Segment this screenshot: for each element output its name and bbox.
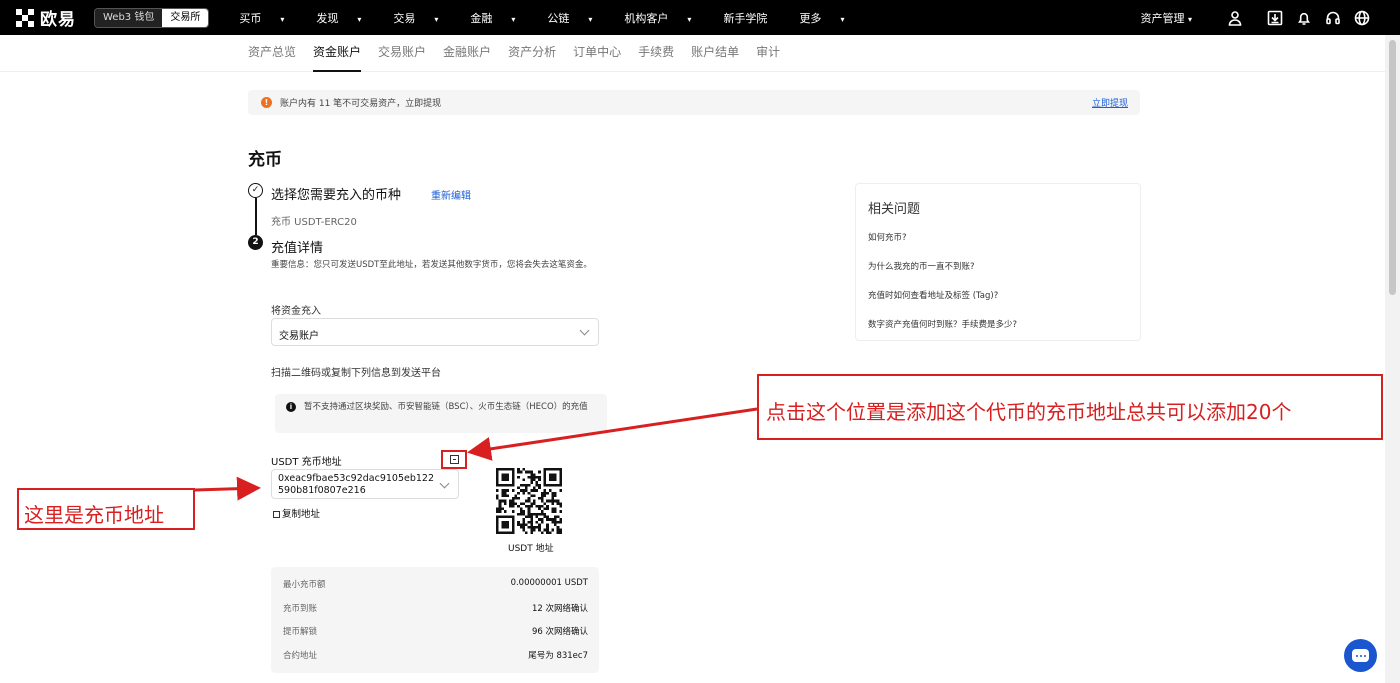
user-icon[interactable] (1227, 10, 1243, 26)
step-connector (255, 198, 257, 235)
exchange-tab[interactable]: 交易所 (162, 8, 209, 27)
step-2-title: 充值详情 (271, 241, 324, 256)
detail-key: 合约地址 (283, 650, 318, 661)
add-address-button[interactable] (441, 450, 467, 469)
chat-icon (1352, 649, 1369, 662)
deposit-address-select[interactable]: 0xeac9fbae53c92dac9105eb122590b81f0807e2… (271, 469, 459, 499)
deposit-details-panel: 最小充币额 0.00000001 USDT 充币到账 12 次网络确认提币解锁 96 次… (271, 567, 599, 673)
sub-nav-tab[interactable]: 手续费 (638, 35, 674, 72)
faq-question-link[interactable]: 充值时如何查看地址及标签 (Tag)? (868, 289, 998, 301)
qr-code-label: USDT 地址 (508, 544, 554, 554)
chevron-down-icon: ▾ (840, 14, 845, 24)
nav-item[interactable]: 公链 ▾ (547, 10, 608, 26)
re-edit-link[interactable]: 重新编辑 (431, 187, 471, 202)
important-notice: 重要信息：您只可发送USDT至此地址，若发送其他数字货币，您将会失去这笔资金。 (271, 260, 592, 270)
top-right-tools: 资产管理 ▾ (1140, 0, 1370, 35)
unsupported-info-text: 暂不支持通过区块奖励、币安智能链（BSC）、火币生态链（HECO）的充值 (304, 402, 588, 412)
detail-value: 96 次网络确认 (531, 627, 588, 637)
info-icon: i (286, 402, 296, 412)
detail-value: 尾号为 831ec7 (528, 650, 588, 661)
detail-row: 最小充币额 0.00000001 USDT (283, 578, 588, 590)
scan-instruction: 扫描二维码或复制下列信息到发送平台 (271, 368, 441, 379)
notice-text: 账户内有 11 笔不可交易资产，立即提现 (280, 99, 442, 109)
nav-item[interactable]: 发现 ▾ (316, 10, 377, 26)
nav-item[interactable]: 金融 ▾ (470, 10, 531, 26)
chevron-down-icon: ▾ (687, 14, 692, 24)
chevron-down-icon: ▾ (280, 14, 285, 24)
scrollbar-thumb[interactable] (1389, 40, 1396, 295)
bell-icon[interactable] (1296, 10, 1312, 26)
sub-nav-tab[interactable]: 资产分析 (508, 35, 556, 72)
nav-item[interactable]: 买币 ▾ (239, 10, 300, 26)
asset-management-menu[interactable]: 资产管理 ▾ (1140, 10, 1192, 26)
fund-account-select[interactable]: 交易账户 (271, 318, 599, 346)
mode-switch: Web3 钱包 交易所 (94, 7, 210, 28)
chevron-down-icon: ▾ (434, 14, 439, 24)
globe-icon[interactable] (1354, 10, 1370, 26)
step-1-title: 选择您需要充入的币种 (271, 188, 402, 203)
selected-coin-summary: 充币 USDT-ERC20 (271, 217, 357, 228)
notice-banner: ! 账户内有 11 笔不可交易资产，立即提现 立即提现 (248, 90, 1140, 115)
faq-panel: 相关问题 如何充币? 为什么我充的币一直不到账? 充值时如何查看地址及标签 (Tag… (855, 183, 1141, 341)
nav-item[interactable]: 更多 ▾ (799, 10, 860, 26)
sub-nav-tab[interactable]: 订单中心 (573, 35, 621, 72)
faq-title: 相关问题 (868, 202, 921, 217)
sub-nav-tab[interactable]: 金融账户 (443, 35, 491, 72)
chevron-down-icon: ▾ (357, 14, 362, 24)
main-nav: 买币 ▾ 发现 ▾ 交易 ▾ 金融 ▾ 公链 ▾ 机构客户 ▾ 新手学院 更多 ▾ (239, 10, 876, 26)
deposit-qr-code (496, 468, 562, 534)
wallet-tab[interactable]: Web3 钱包 (95, 8, 163, 27)
step-2-number: 2 (248, 235, 263, 250)
download-icon[interactable] (1267, 10, 1283, 26)
chevron-down-icon (579, 325, 590, 336)
nav-item[interactable]: 机构客户 ▾ (624, 10, 707, 26)
detail-row: 提币解锁 96 次网络确认 (283, 625, 588, 637)
sub-nav-tab[interactable]: 资产总览 (248, 35, 296, 72)
page-scrollbar[interactable] (1385, 35, 1400, 683)
warning-icon: ! (261, 97, 272, 108)
detail-row: 合约地址 尾号为 831ec7 (283, 649, 588, 661)
faq-question-link[interactable]: 为什么我充的币一直不到账? (868, 260, 975, 272)
add-address-annotation: 点击这个位置是添加这个代币的充币地址总共可以添加20个 (757, 374, 1383, 440)
faq-question-link[interactable]: 数字资产充值何时到账？手续费是多少? (868, 318, 1017, 330)
detail-value: 12 次网络确认 (531, 603, 588, 614)
chat-support-button[interactable] (1344, 639, 1377, 672)
fund-to-label: 将资金充入 (271, 306, 321, 317)
sub-nav-tab[interactable]: 账户结单 (691, 35, 739, 72)
sub-nav-tab[interactable]: 资金账户 (313, 35, 362, 72)
faq-question-link[interactable]: 如何充币? (868, 231, 907, 243)
detail-row: 充币到账 12 次网络确认 (283, 602, 588, 614)
copy-icon (273, 511, 280, 518)
detail-key: 充币到账 (283, 603, 318, 614)
chevron-down-icon: ▾ (588, 14, 593, 24)
detail-value: 0.00000001 USDT (510, 578, 588, 588)
detail-key: 最小充币额 (283, 580, 326, 590)
sub-nav-tab[interactable]: 交易账户 (378, 35, 426, 72)
unsupported-info-box: i 暂不支持通过区块奖励、币安智能链（BSC）、火币生态链（HECO）的充值 (275, 394, 607, 433)
fund-account-value: 交易账户 (279, 331, 319, 342)
nav-item[interactable]: 新手学院 (723, 10, 783, 26)
copy-address-button[interactable]: 复制地址 (273, 506, 320, 520)
deposit-address-value: 0xeac9fbae53c92dac9105eb122590b81f0807e2… (278, 473, 435, 496)
detail-key: 提币解锁 (283, 627, 318, 637)
account-sub-nav: 资产总览 资金账户 交易账户 金融账户 资产分析 订单中心 手续费 账户结单 审计 (0, 35, 1385, 72)
nav-item[interactable]: 交易 ▾ (393, 10, 454, 26)
brand-logo[interactable]: 欧易 (16, 5, 76, 30)
top-bar: 欧易 Web3 钱包 交易所 买币 ▾ 发现 ▾ 交易 ▾ 金融 ▾ 公链 ▾ 机构客户 ▾ 新手学院更… (0, 0, 1400, 35)
headset-icon[interactable] (1325, 10, 1341, 26)
sub-nav-tab[interactable]: 审计 (756, 35, 780, 72)
add-address-icon (449, 455, 459, 464)
step-1-check-icon: ✓ (248, 183, 263, 198)
okx-logo-icon (16, 8, 34, 27)
page-title: 充币 (248, 150, 282, 170)
deposit-address-label: USDT 充币地址 (271, 457, 342, 468)
chevron-down-icon: ▾ (511, 14, 516, 24)
brand-name: 欧易 (40, 10, 76, 30)
address-annotation: 这里是充币地址 (17, 488, 195, 530)
withdraw-now-link[interactable]: 立即提现 (1092, 96, 1128, 109)
chevron-down-icon (439, 478, 450, 489)
